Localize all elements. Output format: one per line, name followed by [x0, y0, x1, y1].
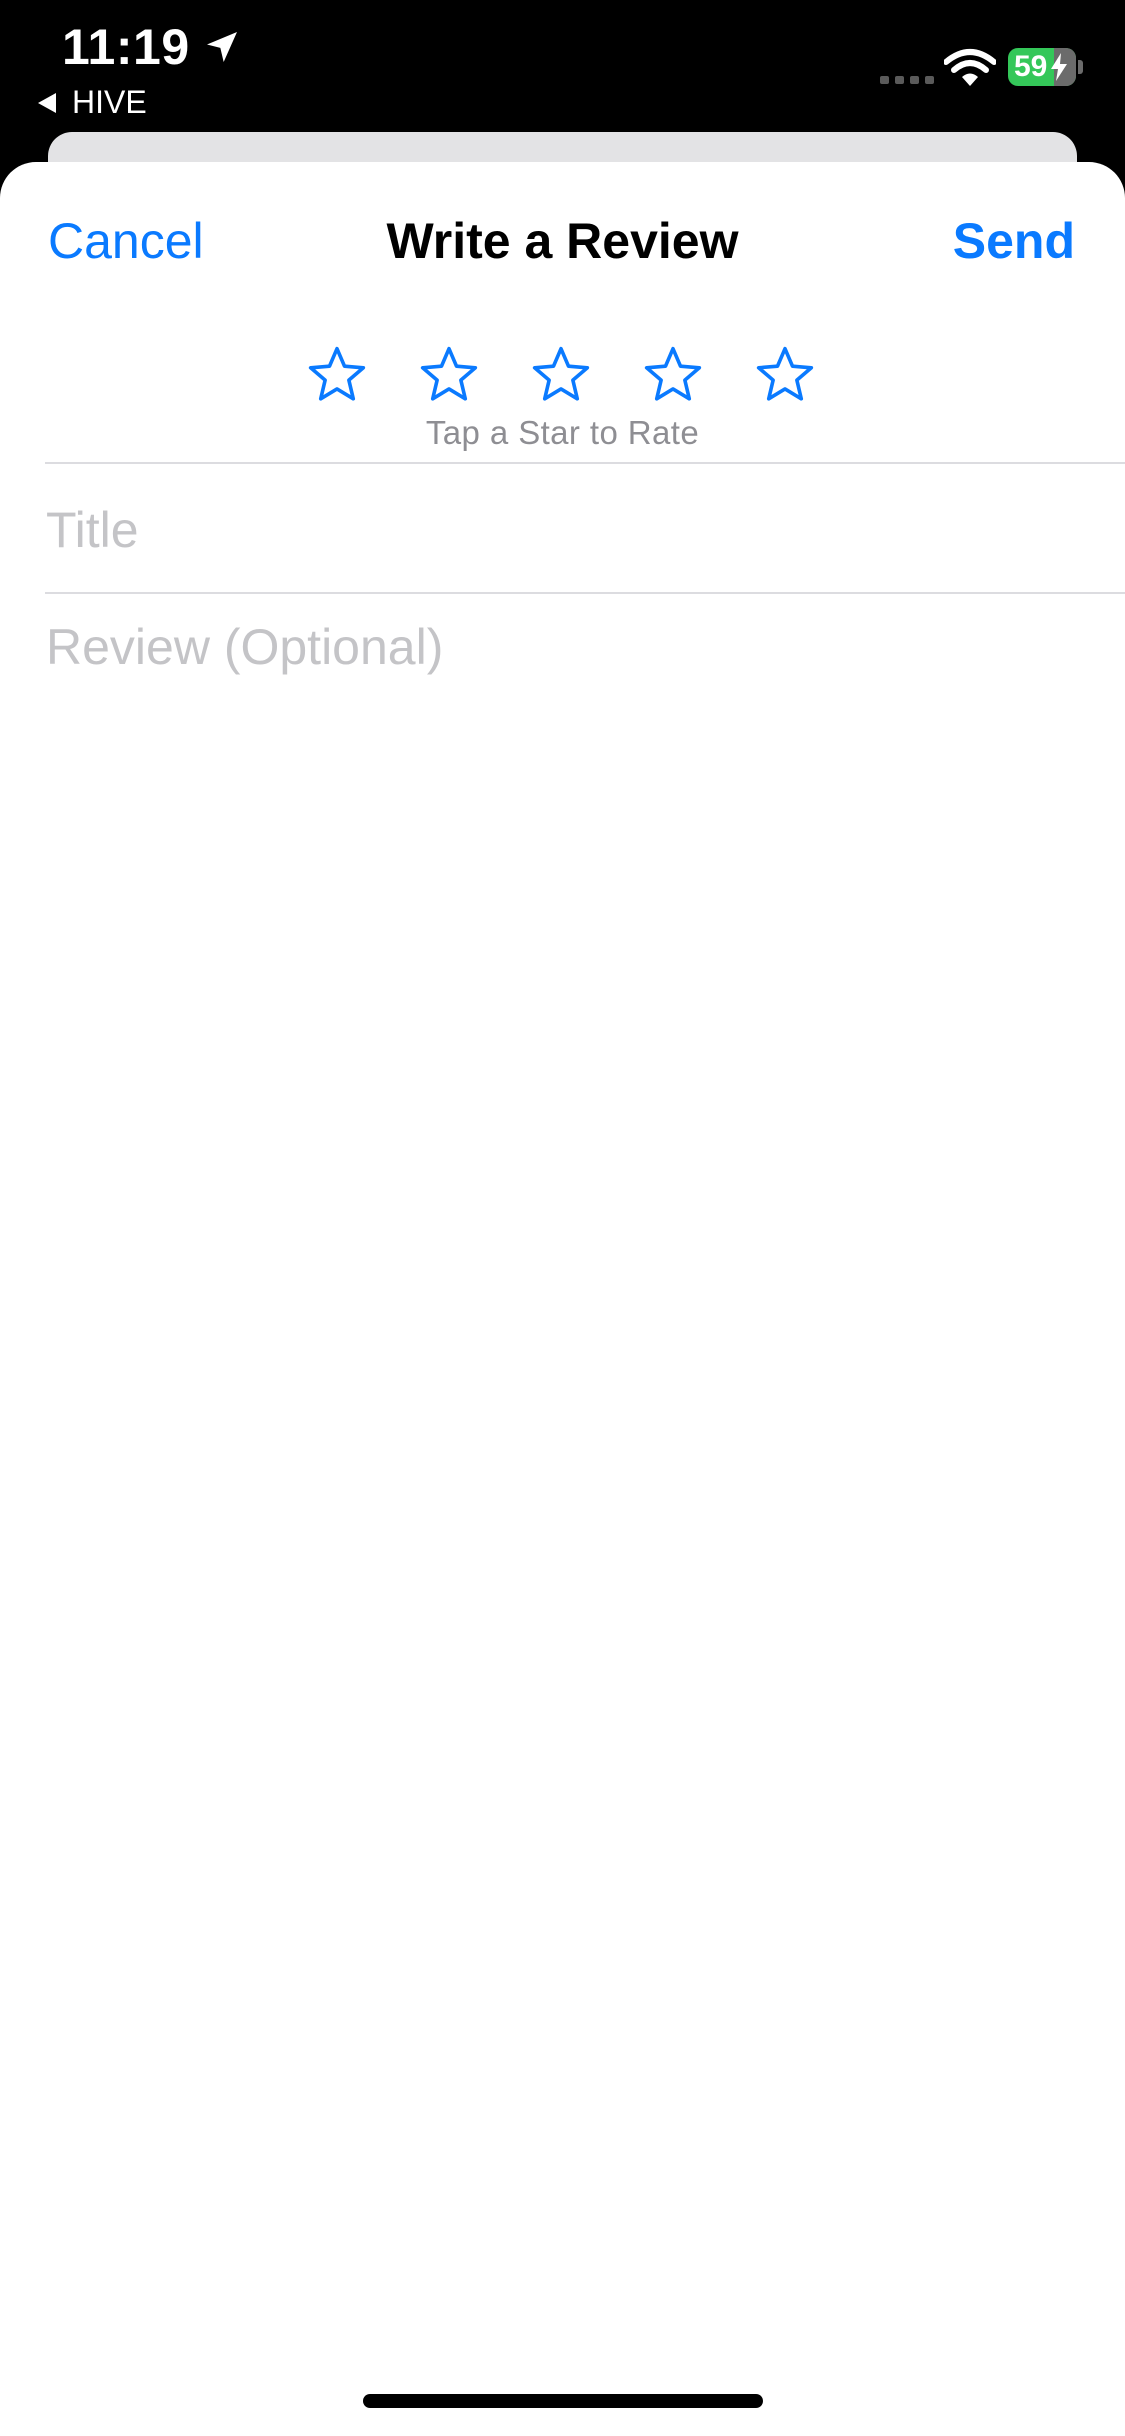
- divider-bottom: [45, 592, 1125, 594]
- divider-top: [45, 462, 1125, 464]
- signal-icon: [880, 76, 934, 84]
- rating-hint: Tap a Star to Rate: [425, 414, 700, 451]
- back-arrow-icon: [38, 92, 56, 113]
- star-rating: [306, 344, 816, 406]
- wifi-icon: [944, 49, 996, 86]
- write-review-screen: 11:19 HIVE 59 Cancel Write a Review Send: [0, 0, 1125, 2436]
- battery-level: 59: [1014, 50, 1048, 83]
- title-input[interactable]: [46, 498, 1096, 562]
- location-arrow-icon: [206, 32, 237, 62]
- star-2-icon[interactable]: [418, 344, 480, 406]
- battery-cap: [1078, 60, 1083, 74]
- home-indicator: [363, 2394, 763, 2408]
- star-4-icon[interactable]: [642, 344, 704, 406]
- status-time-text: 11:19: [62, 19, 190, 75]
- star-3-icon[interactable]: [530, 344, 592, 406]
- status-time: 11:19: [62, 18, 242, 76]
- review-textarea[interactable]: [46, 618, 1096, 2318]
- star-1-icon[interactable]: [306, 344, 368, 406]
- charging-bolt-icon: [1051, 53, 1068, 81]
- send-button[interactable]: Send: [953, 212, 1075, 270]
- star-5-icon[interactable]: [754, 344, 816, 406]
- back-app-label: HIVE: [72, 84, 147, 120]
- battery-icon: 59: [1008, 48, 1076, 86]
- back-to-app-button[interactable]: HIVE: [36, 84, 147, 121]
